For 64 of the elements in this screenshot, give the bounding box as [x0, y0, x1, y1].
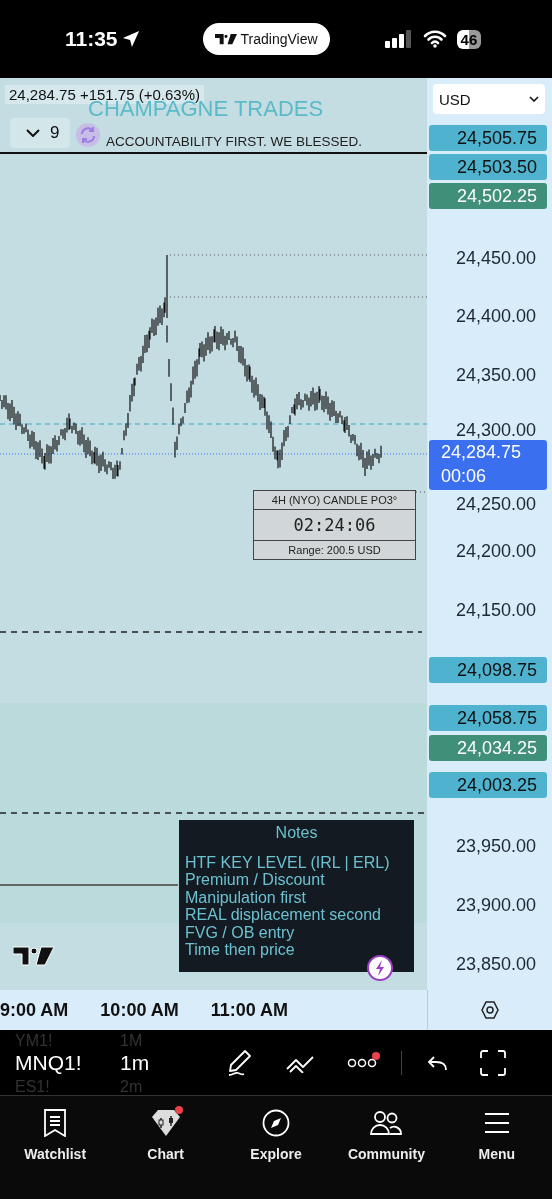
wifi-icon	[422, 30, 447, 48]
price-level-tag: 24,098.75	[429, 657, 547, 683]
price-axis-label: 24,400.00	[455, 305, 536, 328]
signal-icon	[384, 30, 413, 48]
symbol-option[interactable]: MNQ1!	[15, 1050, 120, 1075]
price-axis-label: 23,850.00	[455, 953, 536, 976]
timer-countdown: 02:24:06	[254, 510, 415, 541]
tradingview-logo-icon	[13, 946, 55, 966]
status-time: 11:35	[65, 27, 118, 51]
price-axis-label: 24,250.00	[455, 493, 536, 516]
current-price: 24,284.75	[441, 441, 522, 464]
price-level-tag: 24,034.25	[429, 735, 547, 761]
people-icon	[370, 1110, 403, 1136]
tradingview-logo-icon	[214, 33, 237, 45]
price-axis-label: 24,300.00	[455, 419, 536, 442]
note-line: Manipulation first	[185, 888, 307, 906]
settings-icon[interactable]	[480, 1000, 500, 1020]
nav-tab[interactable]: Community	[331, 1096, 442, 1199]
candles-icon	[150, 1109, 181, 1137]
indicators-toggle[interactable]: 9	[10, 118, 70, 148]
price-axis-label: 23,900.00	[455, 894, 536, 917]
price-axis-label: 24,350.00	[455, 364, 536, 387]
timer-range: Range: 200.5 USD	[287, 543, 382, 558]
price-level-tag: 24,505.75	[429, 125, 547, 151]
time-axis-label: 10:00 AM	[100, 999, 179, 1021]
chevron-down-icon	[26, 129, 40, 137]
nav-tab[interactable]: Watchlist	[0, 1096, 111, 1199]
location-arrow-icon	[121, 30, 140, 48]
note-line: FVG / OB entry	[185, 923, 296, 941]
interval-option[interactable]: 1m	[120, 1050, 220, 1075]
battery-indicator: 46	[456, 29, 482, 49]
notes-title: Notes	[274, 824, 319, 842]
timer-title: 4H (NYO) CANDLE PO3°	[254, 491, 415, 510]
menu-icon	[483, 1112, 510, 1134]
chevron-down-icon	[529, 96, 539, 102]
nav-tab[interactable]: Chart	[110, 1096, 221, 1199]
price-axis-label: 24,200.00	[455, 540, 536, 563]
note-line: REAL displacement second	[185, 906, 382, 924]
price-level-tag: 24,003.25	[429, 772, 547, 798]
price-axis-label: 24,450.00	[455, 247, 536, 270]
app-name: TradingView	[240, 31, 318, 47]
note-line: Time then price	[185, 941, 296, 959]
price-axis-label: 24,150.00	[455, 599, 536, 622]
bookmark-list-icon	[43, 1109, 68, 1137]
sync-icon	[76, 123, 100, 147]
time-axis-label: 11:00 AM	[210, 999, 289, 1021]
compass-icon	[262, 1109, 290, 1137]
nav-tab[interactable]: Menu	[441, 1096, 552, 1199]
price-level-tag: 24,058.75	[429, 705, 547, 731]
price-axis-label: 23,950.00	[455, 835, 536, 858]
nav-tab[interactable]: Explore	[220, 1096, 332, 1199]
price-level-tag: 24,503.50	[429, 154, 547, 180]
undo-icon[interactable]	[426, 1054, 448, 1071]
time-axis-label: 9:00 AM	[0, 999, 69, 1021]
bar-countdown: 00:06	[441, 465, 487, 488]
chart-subtitle: ACCOUNTABILITY FIRST. WE BLESSED.	[106, 134, 363, 149]
app-pill[interactable]: TradingView	[202, 23, 330, 55]
lightning-icon[interactable]	[367, 955, 393, 981]
note-line: Premium / Discount	[185, 871, 326, 889]
currency-select[interactable]: USD	[433, 84, 545, 114]
note-line: HTF KEY LEVEL (IRL | ERL)	[185, 853, 391, 871]
fullscreen-icon[interactable]	[480, 1049, 506, 1076]
price-level-tag: 24,502.25	[429, 183, 547, 209]
more-icon[interactable]	[347, 1057, 377, 1068]
